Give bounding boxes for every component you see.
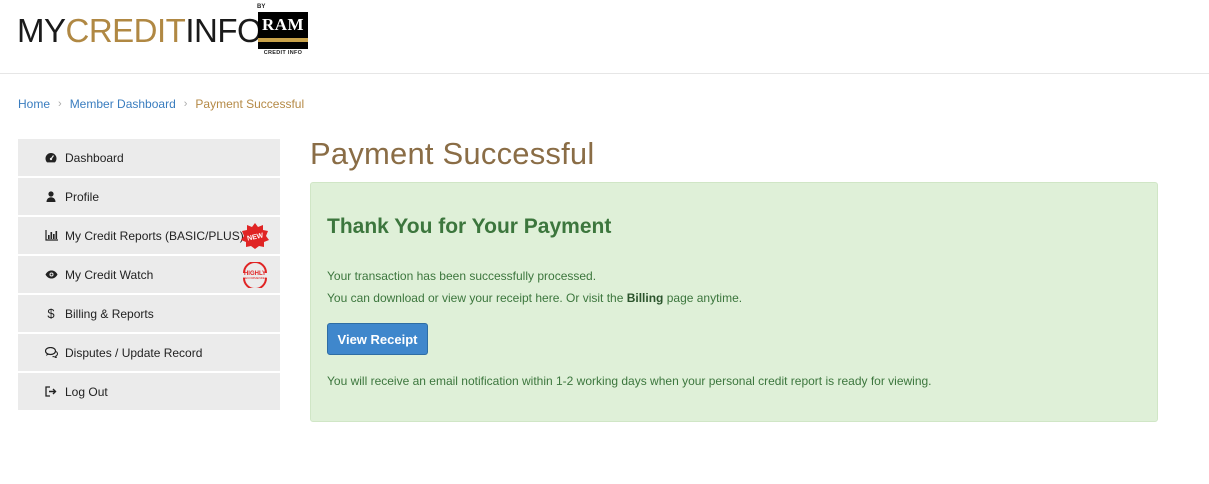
site-header: MYCREDITINFO BY RAM CREDIT INFO <box>0 0 1209 74</box>
sidebar-item-profile[interactable]: Profile <box>18 178 280 215</box>
dollar-icon: $ <box>47 306 55 321</box>
email-notification-message: You will receive an email notification w… <box>327 374 932 388</box>
sidebar-item-label: Disputes / Update Record <box>65 345 203 360</box>
sign-out-icon <box>44 385 58 399</box>
breadcrumb-home[interactable]: Home <box>18 97 50 111</box>
eye-icon <box>44 268 58 282</box>
sidebar-item-credit-reports[interactable]: My Credit Reports (BASIC/PLUS) NEW <box>18 217 280 254</box>
logo-my: MY <box>17 12 66 49</box>
transaction-message: Your transaction has been successfully p… <box>327 269 597 283</box>
success-panel: Thank You for Your Payment Your transact… <box>310 182 1158 422</box>
sidebar-item-label: Profile <box>65 189 100 204</box>
logo-wordmark: MYCREDITINFO <box>17 11 263 51</box>
highly-recommended-badge-icon: HIGHLY RECOMMENDED <box>243 262 268 288</box>
sidebar-item-credit-watch[interactable]: My Credit Watch HIGHLY RECOMMENDED <box>18 256 280 293</box>
dashboard-icon <box>44 151 58 165</box>
comments-icon <box>44 346 58 360</box>
page-title: Payment Successful <box>310 136 595 171</box>
logo-info: INFO <box>185 12 263 49</box>
svg-text:RECOMMENDED: RECOMMENDED <box>243 276 268 280</box>
ram-logo-subtitle: CREDIT INFO <box>263 50 303 56</box>
sidebar-item-billing[interactable]: $ Billing & Reports <box>18 295 280 332</box>
bar-chart-icon <box>44 229 58 243</box>
breadcrumb: Home › Member Dashboard › Payment Succes… <box>18 97 304 111</box>
logo-by-label: BY <box>257 4 266 10</box>
sidebar-item-dashboard[interactable]: Dashboard <box>18 139 280 176</box>
logo-credit: CREDIT <box>65 12 186 49</box>
breadcrumb-member-dashboard[interactable]: Member Dashboard <box>70 97 176 111</box>
sidebar-nav: Dashboard Profile My Credit Reports (BAS… <box>18 139 280 412</box>
view-receipt-button[interactable]: View Receipt <box>327 323 428 355</box>
ram-logo: RAM <box>258 12 308 49</box>
sidebar-item-disputes[interactable]: Disputes / Update Record <box>18 334 280 371</box>
new-badge-icon: NEW <box>241 223 269 249</box>
sidebar-item-label: Billing & Reports <box>65 306 154 321</box>
ram-logo-bar <box>258 38 308 42</box>
sidebar-item-logout[interactable]: Log Out <box>18 373 280 410</box>
billing-link[interactable]: Billing <box>627 291 664 305</box>
sidebar-item-label: Log Out <box>65 384 108 399</box>
chevron-right-icon: › <box>183 98 188 110</box>
sidebar-item-label: Dashboard <box>65 150 124 165</box>
site-logo[interactable]: MYCREDITINFO BY RAM CREDIT INFO <box>17 4 308 56</box>
panel-heading: Thank You for Your Payment <box>327 215 612 238</box>
chevron-right-icon: › <box>58 98 62 110</box>
sidebar-item-label: My Credit Reports (BASIC/PLUS) <box>65 228 244 243</box>
ram-logo-text: RAM <box>261 15 305 34</box>
receipt-message-post: page anytime. <box>663 291 743 305</box>
breadcrumb-current: Payment Successful <box>195 97 305 111</box>
user-icon <box>44 190 58 204</box>
receipt-message: You can download or view your receipt he… <box>327 291 742 305</box>
receipt-message-pre: You can download or view your receipt he… <box>327 291 627 305</box>
sidebar-item-label: My Credit Watch <box>65 267 154 282</box>
